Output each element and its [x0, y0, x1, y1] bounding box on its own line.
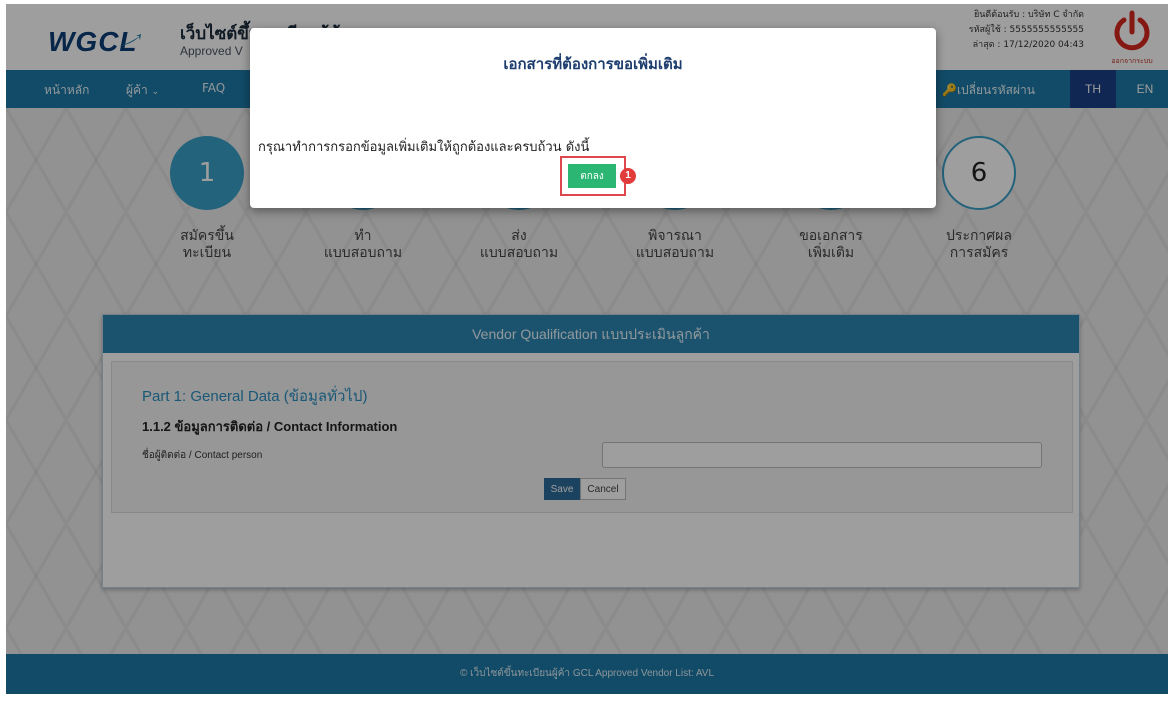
additional-documents-modal: เอกสารที่ต้องการขอเพิ่มเติม กรุณาทำการกร… — [250, 28, 936, 208]
step-marker-badge: 1 — [620, 168, 636, 184]
ok-button[interactable]: ตกลง — [568, 164, 616, 188]
page: WGCL เว็บไซต์ขึ้นทะเบียนผู้ค้า Approved … — [6, 4, 1168, 694]
modal-title: เอกสารที่ต้องการขอเพิ่มเติม — [503, 55, 683, 73]
ok-button-highlight: ตกลง — [560, 156, 626, 196]
modal-message: กรุณาทำการกรอกข้อมูลเพิ่มเติมให้ถูกต้องแ… — [258, 140, 590, 155]
